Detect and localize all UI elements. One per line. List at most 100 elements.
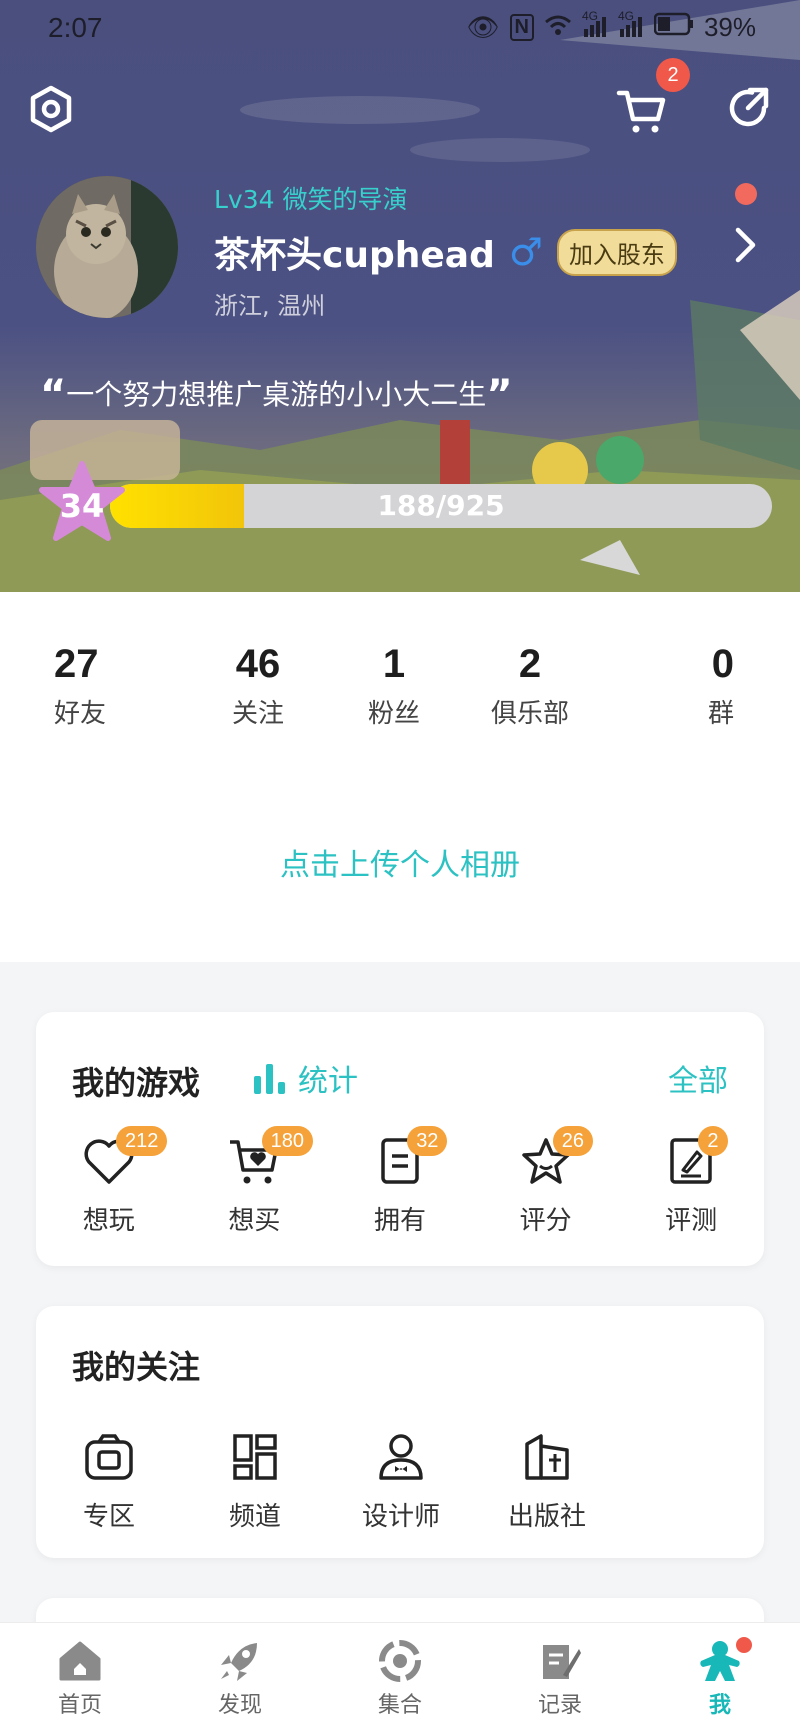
game-want-to-play[interactable]: 212 想玩	[36, 1126, 182, 1237]
all-games-link[interactable]: 全部	[668, 1056, 728, 1100]
game-want-to-buy[interactable]: 180 想买	[182, 1126, 328, 1237]
count-badge: 2	[698, 1126, 728, 1156]
stat-count: 1	[382, 642, 406, 686]
my-follows-card: 我的关注 专区 频道 设计师 出版社	[36, 1306, 764, 1558]
stat-count: 0	[711, 642, 734, 686]
collection-icon	[379, 1640, 421, 1682]
location: 浙江, 温州	[214, 292, 326, 320]
game-reviewed[interactable]: 2 评测	[618, 1126, 764, 1237]
share-button[interactable]	[722, 82, 774, 134]
cart-icon	[616, 90, 666, 133]
social-stats: 27 好友 46 关注 1 粉丝 2 俱乐部 0群	[0, 592, 800, 762]
notification-dot	[736, 1637, 752, 1653]
count-badge: 180	[261, 1126, 313, 1156]
profile-name-row: 茶杯头cuphead ♂ 加入股东	[214, 226, 677, 278]
stat-count: 27	[54, 642, 99, 686]
game-owned[interactable]: 32 拥有	[327, 1126, 473, 1237]
profile-motto: “一个努力想推广桌游的小小大二生”	[40, 372, 513, 418]
bottom-tab-bar: 首页 发现 集合 记录 我	[0, 1622, 800, 1733]
tab-collection[interactable]: 集合	[320, 1623, 480, 1733]
bar-chart-icon	[254, 1064, 285, 1094]
record-icon	[543, 1645, 581, 1679]
status-bar: 2:07 👁 N 4G 4G 39%	[0, 0, 800, 60]
item-label: 频道	[228, 1502, 281, 1532]
stat-count: 46	[235, 642, 281, 686]
motto-text: 一个努力想推广桌游的小小大二生	[66, 378, 487, 411]
avatar[interactable]	[36, 176, 178, 318]
item-label: 拥有	[373, 1206, 426, 1236]
stat-fans[interactable]: 1 粉丝	[326, 592, 462, 762]
signal-icon-1: 4G	[582, 9, 608, 40]
count-badge: 26	[552, 1126, 594, 1156]
share-arrow-icon	[729, 87, 769, 127]
count-badge: 32	[407, 1126, 448, 1156]
count-badge: 212	[116, 1126, 168, 1156]
stat-friends[interactable]: 27 好友	[0, 592, 190, 762]
stat-label: 粉丝	[367, 699, 420, 729]
follow-channel[interactable]: 频道	[182, 1432, 328, 1533]
level-title: Lv34 微笑的导演	[214, 185, 408, 214]
cart-button[interactable]	[614, 82, 670, 138]
tab-label: 集合	[377, 1693, 422, 1718]
eye-icon: 👁	[466, 12, 500, 42]
open-quote-icon: “	[40, 372, 67, 418]
signal-icon-2: 4G	[618, 9, 644, 40]
stat-label: 关注	[231, 699, 284, 729]
rocket-icon	[221, 1643, 257, 1681]
notification-dot	[735, 183, 757, 205]
stats-link[interactable]: 统计	[252, 1056, 358, 1100]
stat-clubs[interactable]: 2 俱乐部	[462, 592, 598, 762]
item-label: 评分	[519, 1206, 572, 1236]
tab-record[interactable]: 记录	[480, 1623, 640, 1733]
channel-icon	[233, 1434, 277, 1480]
username: 茶杯头cuphead	[214, 235, 495, 276]
follow-designer[interactable]: 设计师	[328, 1432, 474, 1533]
tab-label: 记录	[537, 1693, 582, 1718]
tab-label: 首页	[57, 1693, 102, 1718]
wifi-icon	[544, 12, 572, 43]
level-number: 34	[59, 487, 105, 525]
join-shareholder-button[interactable]: 加入股东	[556, 228, 677, 276]
my-follows-title: 我的关注	[72, 1348, 201, 1386]
item-label: 出版社	[507, 1502, 586, 1532]
stat-label: 好友	[54, 699, 107, 729]
tab-me[interactable]: 我	[640, 1623, 800, 1733]
avatar-cat-image	[36, 176, 178, 318]
follow-publisher[interactable]: 出版社	[474, 1432, 620, 1533]
stat-groups[interactable]: 0群	[598, 592, 800, 762]
xp-progress-bar: 188/925	[110, 484, 772, 528]
home-icon	[59, 1641, 101, 1681]
designer-icon	[379, 1434, 423, 1480]
game-rated[interactable]: 26 评分	[473, 1126, 619, 1237]
profile-detail-chevron[interactable]	[730, 225, 760, 269]
male-gender-icon: ♂	[508, 230, 543, 274]
item-label: 设计师	[361, 1502, 440, 1532]
close-quote-icon: ”	[486, 372, 513, 418]
my-games-card: 我的游戏 统计 全部 212 想玩 180 想买 32 拥有 26 评分 2 评	[36, 1012, 764, 1266]
publisher-icon	[525, 1434, 569, 1480]
item-label: 评测	[665, 1206, 718, 1236]
my-games-title: 我的游戏	[72, 1064, 201, 1102]
follow-zone[interactable]: 专区	[36, 1432, 182, 1533]
battery-icon	[653, 12, 694, 43]
stats-link-label: 统计	[298, 1064, 358, 1099]
stat-label: 俱乐部	[490, 699, 569, 729]
tab-label: 我	[708, 1693, 731, 1718]
chevron-right-icon	[735, 227, 756, 263]
status-time: 2:07	[48, 12, 103, 43]
stat-count: 2	[518, 642, 542, 686]
stat-following[interactable]: 46 关注	[190, 592, 326, 762]
tab-discover[interactable]: 发现	[160, 1623, 320, 1733]
tab-label: 发现	[217, 1693, 262, 1718]
settings-button[interactable]	[26, 84, 76, 134]
stat-label: 群	[707, 699, 734, 729]
battery-percent: 39%	[703, 12, 756, 42]
item-label: 专区	[82, 1502, 135, 1532]
tab-home[interactable]: 首页	[0, 1623, 160, 1733]
settings-hexagon-icon	[30, 85, 72, 133]
cart-badge: 2	[656, 58, 690, 92]
item-label: 想买	[228, 1206, 281, 1236]
upload-album-link[interactable]: 点击上传个人相册	[0, 762, 800, 962]
zone-icon	[85, 1434, 133, 1480]
item-label: 想玩	[82, 1206, 135, 1236]
